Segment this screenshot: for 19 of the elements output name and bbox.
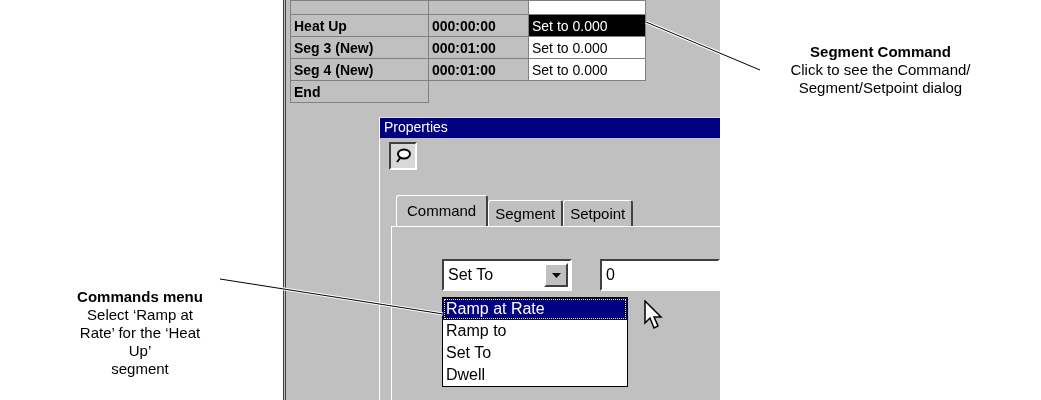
annotation-text: Select ‘Ramp at Rate’ for the ‘Heat Up’ segment xyxy=(78,306,202,378)
annotation-text: Click to see the Command/ Segment/Setpoint dialog xyxy=(789,61,972,97)
segment-command[interactable]: Set to 0.000 xyxy=(528,58,646,81)
dialog-title: Properties xyxy=(380,118,720,138)
segment-command[interactable]: Set to 0.000 xyxy=(528,14,646,37)
toolbar-button[interactable] xyxy=(389,142,417,170)
segment-command[interactable]: Set to 0.000 xyxy=(528,36,646,59)
dialog-tab[interactable]: Command xyxy=(396,195,489,227)
command-select[interactable]: Set To xyxy=(442,259,572,291)
dropdown-arrow-button[interactable] xyxy=(544,263,568,287)
annotation-title: Segment Command xyxy=(810,43,951,61)
dialog-tab[interactable]: Setpoint xyxy=(563,200,634,226)
segment-name: End xyxy=(290,80,429,103)
value-field[interactable]: 0 xyxy=(600,259,720,291)
dropdown-item[interactable]: Ramp at Rate xyxy=(443,298,627,320)
dialog-tab[interactable]: Segment xyxy=(488,200,564,226)
caret-icon xyxy=(551,272,561,278)
annotation-title: Commands menu xyxy=(77,288,203,306)
mouse-pointer-icon xyxy=(644,300,666,330)
